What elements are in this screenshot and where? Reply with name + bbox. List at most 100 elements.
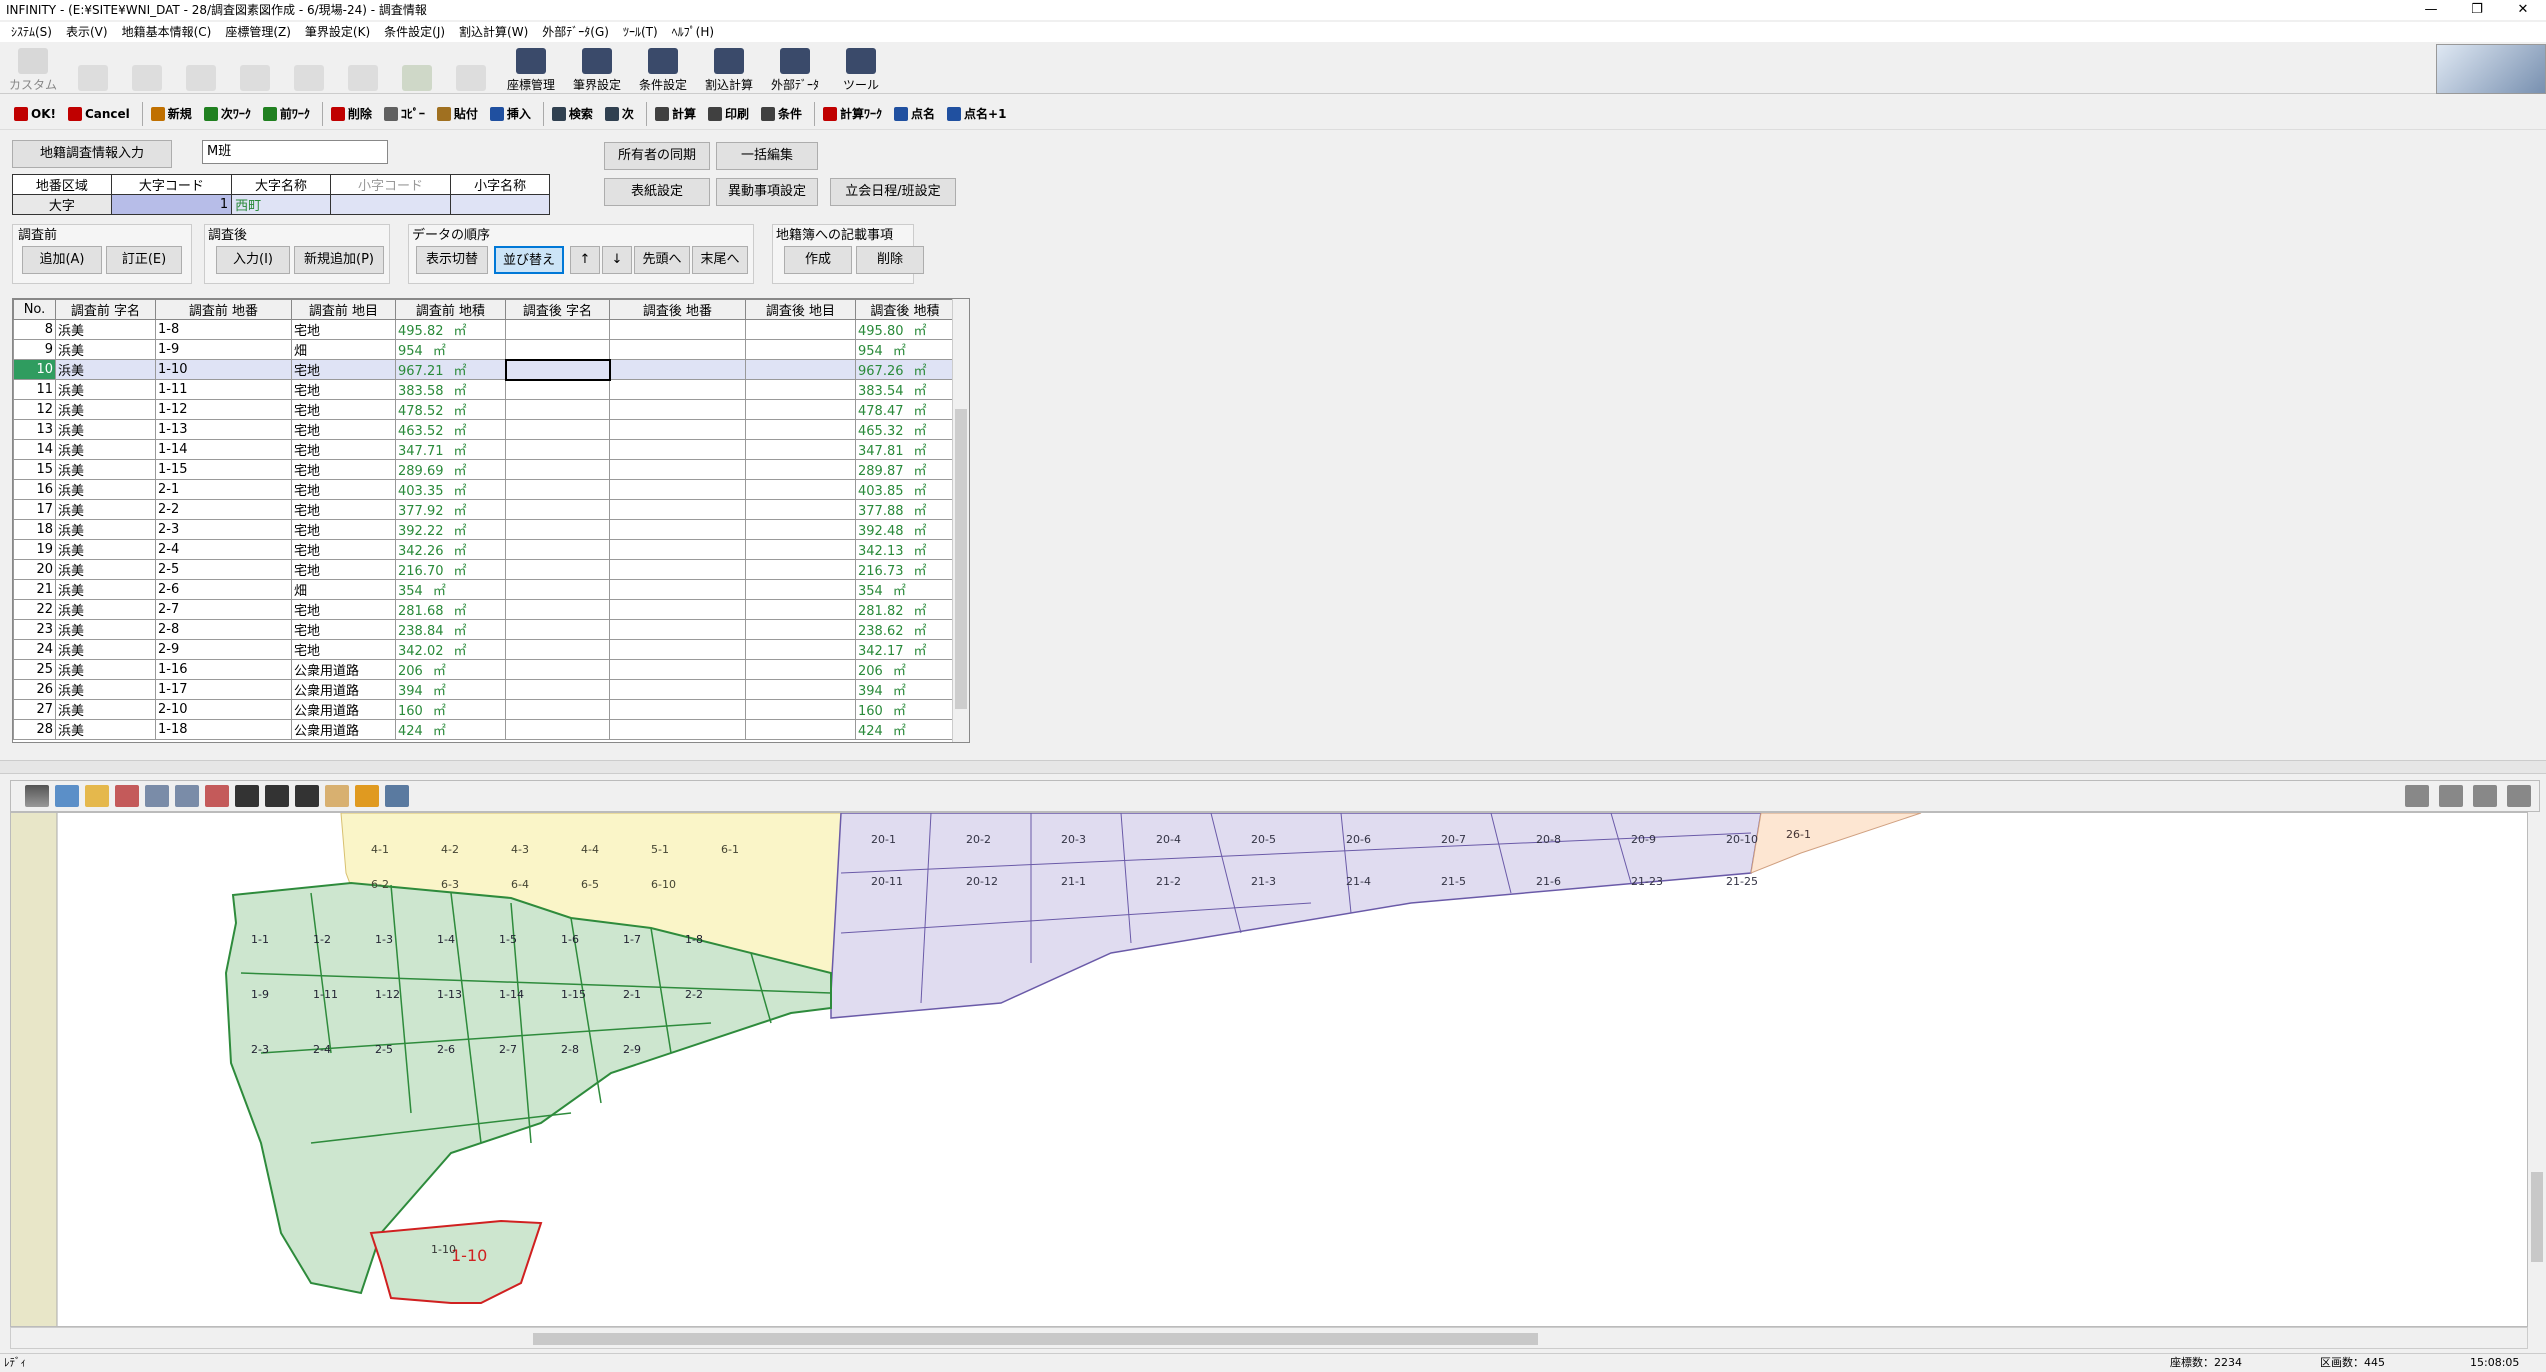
menu-item[interactable]: ﾍﾙﾌﾟ(H) bbox=[665, 22, 721, 42]
before-chiban-cell[interactable]: 2-5 bbox=[155, 559, 292, 580]
area-cell[interactable]: 西町 bbox=[231, 194, 331, 215]
after-chimoku-cell[interactable] bbox=[745, 719, 856, 740]
up-down-icon[interactable] bbox=[25, 785, 49, 807]
after-chimoku-cell[interactable] bbox=[745, 539, 856, 560]
before-aza-cell[interactable]: 浜美 bbox=[55, 359, 156, 380]
before-area-cell[interactable]: 424 ㎡ bbox=[395, 719, 506, 740]
table-row[interactable]: 11 浜美 1-11 宅地 383.58 ㎡ 383.54 ㎡ bbox=[13, 379, 955, 400]
after-chimoku-cell[interactable] bbox=[745, 699, 856, 720]
row-number[interactable]: 20 bbox=[13, 559, 56, 580]
before-chimoku-cell[interactable]: 宅地 bbox=[291, 499, 396, 520]
column-header[interactable]: 調査後 地番 bbox=[609, 299, 746, 320]
after-aza-cell[interactable] bbox=[505, 479, 610, 500]
after-aza-cell[interactable] bbox=[505, 579, 610, 600]
toolbar-boundary-button[interactable]: 筆界設定 bbox=[564, 45, 630, 93]
hand-icon[interactable] bbox=[325, 785, 349, 807]
after-chimoku-cell[interactable] bbox=[745, 679, 856, 700]
row-number[interactable]: 18 bbox=[13, 519, 56, 540]
open-folder-icon[interactable] bbox=[85, 785, 109, 807]
before-chiban-cell[interactable]: 1-10 bbox=[155, 359, 292, 380]
before-area-cell[interactable]: 281.68 ㎡ bbox=[395, 599, 506, 620]
arrow-right-icon[interactable] bbox=[265, 785, 289, 807]
before-aza-cell[interactable]: 浜美 bbox=[55, 539, 156, 560]
corner-tool-icon[interactable] bbox=[2507, 785, 2531, 807]
after-chimoku-cell[interactable] bbox=[745, 639, 856, 660]
column-header[interactable]: 調査後 地積 bbox=[855, 299, 955, 320]
table-row[interactable]: 18 浜美 2-3 宅地 392.22 ㎡ 392.48 ㎡ bbox=[13, 519, 955, 540]
before-chiban-cell[interactable]: 2-8 bbox=[155, 619, 292, 640]
grid-scrollbar[interactable] bbox=[952, 299, 969, 742]
before-chiban-cell[interactable]: 2-4 bbox=[155, 539, 292, 560]
row-number[interactable]: 27 bbox=[13, 699, 56, 720]
after-chiban-cell[interactable] bbox=[609, 379, 746, 400]
before-chimoku-cell[interactable]: 宅地 bbox=[291, 619, 396, 640]
before-chimoku-cell[interactable]: 公衆用道路 bbox=[291, 699, 396, 720]
before-chiban-cell[interactable]: 2-9 bbox=[155, 639, 292, 660]
after-chimoku-cell[interactable] bbox=[745, 379, 856, 400]
before-chimoku-cell[interactable]: 宅地 bbox=[291, 479, 396, 500]
before-area-cell[interactable]: 495.82 ㎡ bbox=[395, 319, 506, 340]
after-chimoku-cell[interactable] bbox=[745, 359, 856, 380]
after-area-cell[interactable]: 392.48 ㎡ bbox=[855, 519, 955, 540]
after-area-cell[interactable]: 954 ㎡ bbox=[855, 339, 955, 360]
after-aza-cell[interactable] bbox=[505, 719, 610, 740]
toolbar-tool-button[interactable]: ツール bbox=[828, 45, 894, 93]
before-aza-cell[interactable]: 浜美 bbox=[55, 399, 156, 420]
row-number[interactable]: 16 bbox=[13, 479, 56, 500]
after-chimoku-cell[interactable] bbox=[745, 479, 856, 500]
row-number[interactable]: 21 bbox=[13, 579, 56, 600]
table-row[interactable]: 10 浜美 1-10 宅地 967.21 ㎡ 967.26 ㎡ bbox=[13, 358, 955, 381]
fix-button[interactable]: 訂正(E) bbox=[106, 246, 182, 274]
team-field[interactable]: M班 bbox=[202, 140, 388, 164]
before-chimoku-cell[interactable]: 宅地 bbox=[291, 379, 396, 400]
column-header[interactable]: 調査前 地目 bbox=[291, 299, 396, 320]
after-area-cell[interactable]: 967.26 ㎡ bbox=[855, 359, 955, 380]
toolbar-search-next-button[interactable]: 次 bbox=[601, 101, 642, 127]
before-chimoku-cell[interactable]: 宅地 bbox=[291, 519, 396, 540]
before-chimoku-cell[interactable]: 宅地 bbox=[291, 459, 396, 480]
input-button[interactable]: 入力(I) bbox=[216, 246, 290, 274]
before-chimoku-cell[interactable]: 公衆用道路 bbox=[291, 719, 396, 740]
after-chiban-cell[interactable] bbox=[609, 419, 746, 440]
grid-scroll-thumb[interactable] bbox=[955, 409, 967, 709]
add-button[interactable]: 追加(A) bbox=[22, 246, 102, 274]
after-aza-cell[interactable] bbox=[505, 679, 610, 700]
delete-button[interactable]: 削除 bbox=[856, 246, 924, 274]
new-add-button[interactable]: 新規追加(P) bbox=[294, 246, 384, 274]
menu-item[interactable]: 地籍基本情報(C) bbox=[115, 22, 219, 42]
before-chiban-cell[interactable]: 2-1 bbox=[155, 479, 292, 500]
row-number[interactable]: 9 bbox=[13, 339, 56, 360]
toolbar-paste-button[interactable]: 貼付 bbox=[433, 101, 486, 127]
after-aza-cell[interactable] bbox=[505, 539, 610, 560]
after-area-cell[interactable]: 403.85 ㎡ bbox=[855, 479, 955, 500]
after-area-cell[interactable]: 424 ㎡ bbox=[855, 719, 955, 740]
before-aza-cell[interactable]: 浜美 bbox=[55, 319, 156, 340]
before-chiban-cell[interactable]: 1-8 bbox=[155, 319, 292, 340]
before-aza-cell[interactable]: 浜美 bbox=[55, 639, 156, 660]
restore-button[interactable]: ❐ bbox=[2454, 0, 2500, 20]
before-chiban-cell[interactable]: 2-10 bbox=[155, 699, 292, 720]
row-number[interactable]: 11 bbox=[13, 379, 56, 400]
toolbar-condition-button[interactable]: 条件設定 bbox=[630, 45, 696, 93]
before-chimoku-cell[interactable]: 公衆用道路 bbox=[291, 659, 396, 680]
meeting-schedule-button[interactable]: 立会日程/班設定 bbox=[830, 178, 956, 206]
before-aza-cell[interactable]: 浜美 bbox=[55, 339, 156, 360]
row-number[interactable]: 25 bbox=[13, 659, 56, 680]
after-area-cell[interactable]: 289.87 ㎡ bbox=[855, 459, 955, 480]
area-cell[interactable]: 大字 bbox=[12, 194, 112, 215]
row-number[interactable]: 14 bbox=[13, 439, 56, 460]
after-area-cell[interactable]: 495.80 ㎡ bbox=[855, 319, 955, 340]
custom-button[interactable]: カスタム bbox=[0, 45, 66, 93]
before-aza-cell[interactable]: 浜美 bbox=[55, 599, 156, 620]
after-chimoku-cell[interactable] bbox=[745, 459, 856, 480]
table-row[interactable]: 8 浜美 1-8 宅地 495.82 ㎡ 495.80 ㎡ bbox=[13, 319, 955, 340]
after-chimoku-cell[interactable] bbox=[745, 499, 856, 520]
before-area-cell[interactable]: 160 ㎡ bbox=[395, 699, 506, 720]
after-chiban-cell[interactable] bbox=[609, 619, 746, 640]
before-area-cell[interactable]: 392.22 ㎡ bbox=[395, 519, 506, 540]
after-chiban-cell[interactable] bbox=[609, 459, 746, 480]
after-chiban-cell[interactable] bbox=[609, 679, 746, 700]
toolbar-calculator-button[interactable]: 計算 bbox=[651, 101, 704, 127]
table-row[interactable]: 27 浜美 2-10 公衆用道路 160 ㎡ 160 ㎡ bbox=[13, 699, 955, 720]
bulk-edit-button[interactable]: 一括編集 bbox=[716, 142, 818, 170]
